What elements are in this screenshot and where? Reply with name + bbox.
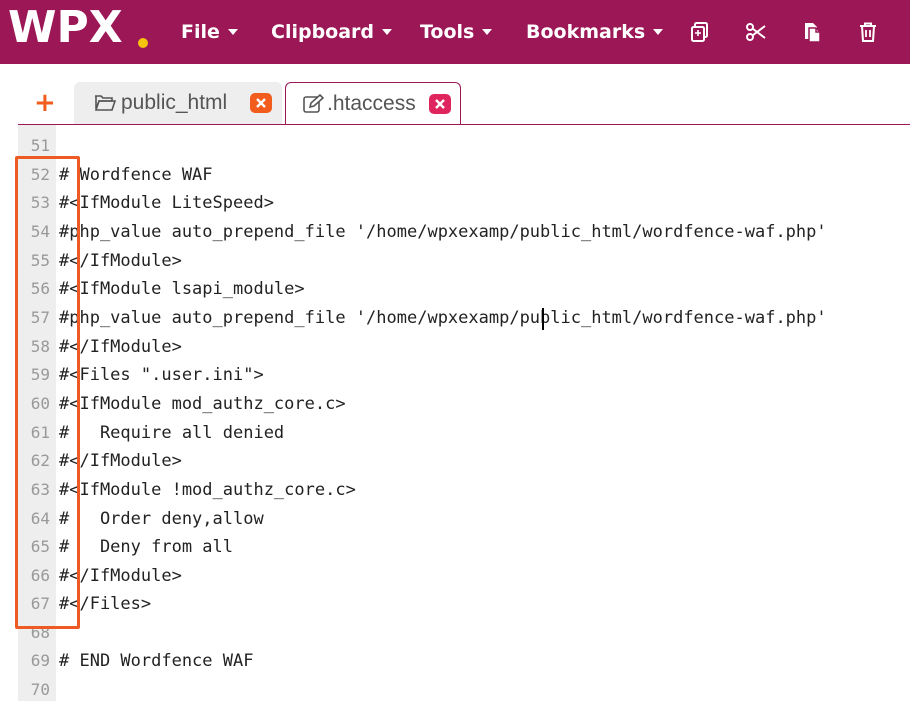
menu-tools[interactable]: Tools	[420, 0, 493, 64]
code-line[interactable]: 69 # END Wordfence WAF	[18, 647, 910, 676]
menu-file-label: File	[181, 21, 220, 43]
top-bar: WPX File Clipboard Tools Bookmarks	[0, 0, 910, 64]
code-line[interactable]: 52 # Wordfence WAF	[18, 161, 910, 190]
caret-down-icon	[482, 29, 493, 35]
code-line[interactable]: 53 #<IfModule LiteSpeed>	[18, 189, 910, 218]
code-line[interactable]: 51	[18, 132, 910, 161]
tab-htaccess-label: .htaccess	[327, 92, 416, 115]
line-number: 53	[30, 193, 50, 212]
code-line[interactable]: 59 #<Files ".user.ini">	[18, 361, 910, 390]
line-number: 60	[30, 394, 50, 413]
scissors-icon[interactable]	[744, 20, 768, 44]
line-number: 55	[30, 251, 50, 270]
add-tab-button[interactable]: +	[34, 88, 56, 118]
line-text[interactable]: # Deny from all	[59, 533, 233, 561]
tab-public-html[interactable]: public_html	[74, 82, 282, 125]
text-cursor	[542, 308, 544, 330]
line-text[interactable]: #</Files>	[59, 590, 151, 618]
line-number: 51	[30, 136, 50, 155]
code-line[interactable]: 67 #</Files>	[18, 590, 910, 619]
trash-icon[interactable]	[856, 20, 880, 44]
line-text[interactable]: #</IfModule>	[59, 562, 182, 590]
line-number: 65	[30, 537, 50, 556]
line-text[interactable]: #<IfModule lsapi_module>	[59, 275, 305, 303]
line-text[interactable]: # Wordfence WAF	[59, 161, 213, 189]
line-number: 68	[30, 623, 50, 642]
code-line[interactable]: 61 # Require all denied	[18, 419, 910, 448]
close-tab-public-html-icon[interactable]	[250, 93, 272, 113]
line-number: 64	[30, 509, 50, 528]
code-line[interactable]: 68	[18, 619, 910, 648]
line-text[interactable]: #<Files ".user.ini">	[59, 361, 264, 389]
menu-bookmarks[interactable]: Bookmarks	[526, 0, 664, 64]
line-number: 66	[30, 566, 50, 585]
line-number: 56	[30, 279, 50, 298]
line-text[interactable]: #<IfModule LiteSpeed>	[59, 189, 274, 217]
line-number: 70	[30, 680, 50, 699]
code-line[interactable]: 63 #<IfModule !mod_authz_core.c>	[18, 476, 910, 505]
logo-text: WPX	[8, 2, 123, 53]
line-number: 69	[30, 651, 50, 670]
logo[interactable]: WPX	[8, 2, 123, 54]
edit-file-icon	[303, 93, 325, 118]
line-number: 63	[30, 480, 50, 499]
tab-htaccess[interactable]: .htaccess	[285, 82, 461, 125]
line-text[interactable]: #<IfModule !mod_authz_core.c>	[59, 476, 356, 504]
tab-public-html-label: public_html	[121, 91, 228, 114]
line-text[interactable]: #</IfModule>	[59, 333, 182, 361]
line-number: 62	[30, 451, 50, 470]
line-number: 61	[30, 423, 50, 442]
code-line[interactable]: 56 #<IfModule lsapi_module>	[18, 275, 910, 304]
folder-open-icon	[94, 94, 117, 116]
code-line[interactable]: 70	[18, 676, 910, 701]
line-number: 67	[30, 594, 50, 613]
line-text[interactable]: # Order deny,allow	[59, 505, 264, 533]
line-text[interactable]: # END Wordfence WAF	[59, 647, 253, 675]
menu-clipboard-label: Clipboard	[271, 21, 375, 43]
menu-tools-label: Tools	[420, 21, 475, 43]
code-line[interactable]: 66 #</IfModule>	[18, 562, 910, 591]
paste-icon[interactable]	[800, 20, 824, 44]
code-line[interactable]: 57 #php_value auto_prepend_file '/home/wp…	[18, 304, 910, 333]
line-text[interactable]: #php_value auto_prepend_file '/home/wpxe…	[59, 304, 827, 332]
caret-down-icon	[382, 29, 393, 35]
line-number: 58	[30, 337, 50, 356]
code-line[interactable]: 64 # Order deny,allow	[18, 505, 910, 534]
logo-dot	[138, 38, 148, 48]
line-number: 54	[30, 222, 50, 241]
caret-down-icon	[653, 29, 664, 35]
line-number: 59	[30, 365, 50, 384]
line-text[interactable]: #</IfModule>	[59, 247, 182, 275]
code-line[interactable]: 65 # Deny from all	[18, 533, 910, 562]
code-line[interactable]: 58 #</IfModule>	[18, 333, 910, 362]
line-text[interactable]: #php_value auto_prepend_file '/home/wpxe…	[59, 218, 827, 246]
line-number: 52	[30, 165, 50, 184]
code-line[interactable]: 62 #</IfModule>	[18, 447, 910, 476]
close-tab-htaccess-icon[interactable]	[429, 94, 451, 114]
menu-clipboard[interactable]: Clipboard	[271, 0, 393, 64]
menu-bookmarks-label: Bookmarks	[526, 21, 646, 43]
line-number: 57	[30, 308, 50, 327]
code-line[interactable]: 60 #<IfModule mod_authz_core.c>	[18, 390, 910, 419]
menu-file[interactable]: File	[181, 0, 238, 64]
line-text[interactable]: # Require all denied	[59, 419, 284, 447]
line-text[interactable]: #</IfModule>	[59, 447, 182, 475]
code-line[interactable]: 54 #php_value auto_prepend_file '/home/wp…	[18, 218, 910, 247]
line-text[interactable]: #<IfModule mod_authz_core.c>	[59, 390, 346, 418]
caret-down-icon	[227, 29, 238, 35]
code-line[interactable]: 55 #</IfModule>	[18, 247, 910, 276]
copy-icon[interactable]	[688, 20, 712, 44]
